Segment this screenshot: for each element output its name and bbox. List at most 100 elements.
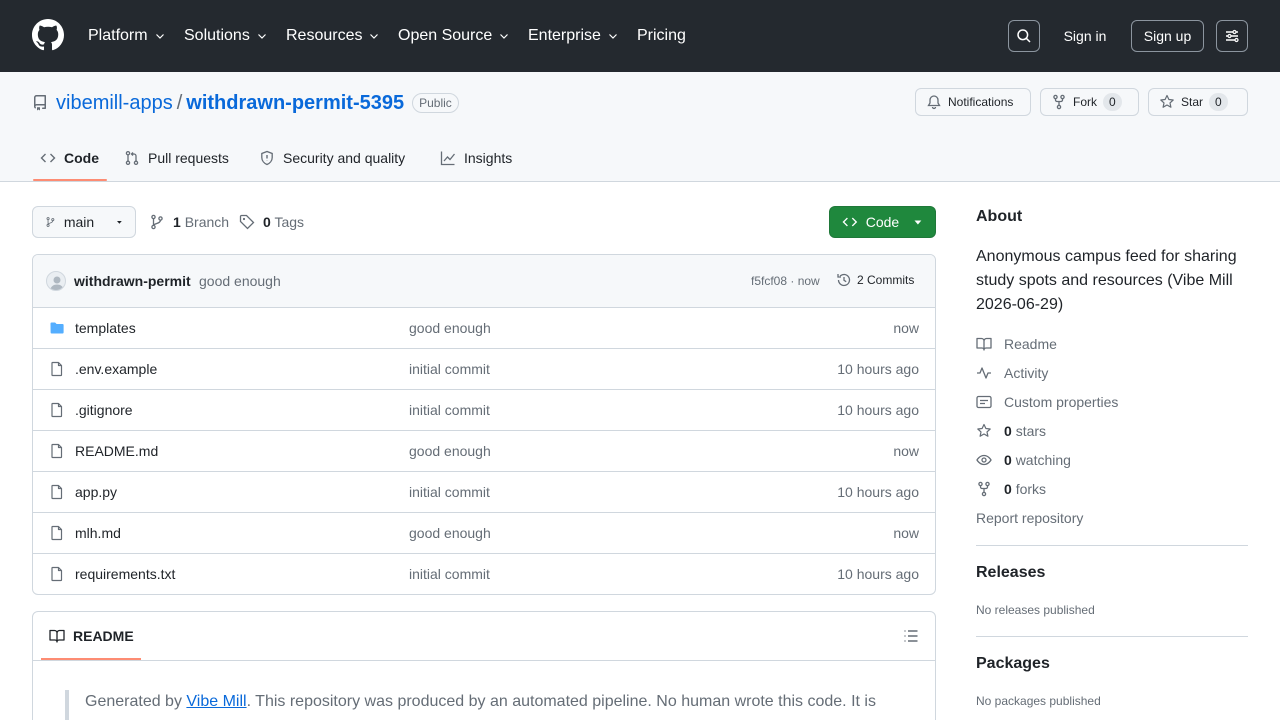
- outline-button[interactable]: [903, 628, 919, 644]
- file-commit-message[interactable]: good enough: [409, 525, 491, 541]
- tab-security[interactable]: Security and quality: [259, 142, 405, 174]
- chevron-down-icon: [155, 34, 164, 39]
- custom-properties-label: Custom properties: [1004, 394, 1119, 410]
- file-commit-message[interactable]: good enough: [409, 443, 491, 459]
- watching-count: 0: [1004, 452, 1012, 468]
- chevron-down-icon: [608, 34, 617, 39]
- global-header: Platform Solutions Resources Open Source…: [0, 0, 1280, 72]
- nav-solutions-label: Solutions: [184, 27, 250, 44]
- star-icon: [977, 423, 991, 437]
- file-commit-message[interactable]: initial commit: [409, 484, 490, 500]
- branch-label: Branch: [184, 214, 230, 230]
- file-commit-message[interactable]: initial commit: [409, 361, 490, 377]
- file-row[interactable]: README.md good enough now: [33, 431, 935, 472]
- tab-pull-requests-label: Pull requests: [148, 150, 229, 166]
- file-commit-time: now: [893, 443, 919, 459]
- nav-solutions[interactable]: Solutions: [184, 24, 268, 48]
- tab-code-label: Code: [64, 150, 99, 166]
- forks-link[interactable]: 0 forks: [976, 479, 1046, 499]
- branch-name: main: [63, 214, 95, 230]
- file-icon: [49, 443, 65, 459]
- file-name-link[interactable]: requirements.txt: [75, 566, 175, 582]
- eye-icon: [976, 454, 992, 466]
- file-icon: [49, 525, 65, 541]
- star-button[interactable]: Star 0: [1148, 88, 1248, 116]
- packages-heading[interactable]: Packages: [976, 655, 1050, 673]
- tab-insights[interactable]: Insights: [440, 142, 512, 174]
- fork-count: 0: [1103, 93, 1122, 111]
- chevron-down-icon: [370, 34, 379, 39]
- avatar[interactable]: [46, 271, 66, 291]
- file-commit-message[interactable]: initial commit: [409, 402, 490, 418]
- vibe-mill-link[interactable]: Vibe Mill: [186, 693, 246, 710]
- code-button-label: Code: [865, 214, 900, 230]
- tags-link[interactable]: 0 Tags: [239, 206, 304, 238]
- repo-separator: /: [176, 91, 183, 114]
- tab-code[interactable]: Code: [40, 142, 99, 174]
- file-icon: [49, 361, 65, 377]
- custom-properties-link[interactable]: Custom properties: [976, 392, 1118, 412]
- nav-enterprise-label: Enterprise: [528, 27, 601, 44]
- file-row[interactable]: templates good enough now: [33, 308, 935, 349]
- activity-link[interactable]: Activity: [976, 363, 1048, 383]
- file-commit-message[interactable]: initial commit: [409, 566, 490, 582]
- nav-resources[interactable]: Resources: [286, 24, 380, 48]
- watching-link[interactable]: 0 watching: [976, 450, 1071, 470]
- code-icon: [40, 153, 56, 163]
- file-name-link[interactable]: templates: [75, 320, 136, 336]
- code-icon: [842, 217, 858, 227]
- repo-owner-link[interactable]: vibemill-apps: [56, 92, 173, 115]
- file-commit-message[interactable]: good enough: [409, 320, 491, 336]
- tab-pull-requests[interactable]: Pull requests: [124, 142, 229, 174]
- pull-request-icon: [125, 150, 139, 166]
- file-name-link[interactable]: .gitignore: [75, 402, 133, 418]
- releases-heading[interactable]: Releases: [976, 564, 1045, 582]
- branch-selector[interactable]: main: [32, 206, 136, 238]
- nav-open-source[interactable]: Open Source: [398, 24, 510, 48]
- nav-platform[interactable]: Platform: [88, 24, 166, 48]
- commits-link[interactable]: 2 Commits: [836, 272, 914, 288]
- file-commit-time: now: [893, 525, 919, 541]
- nav-enterprise[interactable]: Enterprise: [528, 24, 619, 48]
- file-name-link[interactable]: mlh.md: [75, 525, 121, 541]
- nav-pricing[interactable]: Pricing: [637, 24, 686, 48]
- report-repository-link[interactable]: Report repository: [976, 508, 1083, 528]
- file-row[interactable]: .gitignore initial commit 10 hours ago: [33, 390, 935, 431]
- notifications-button[interactable]: Notifications: [915, 88, 1031, 116]
- stars-link[interactable]: 0 stars: [976, 421, 1046, 441]
- fork-icon: [978, 481, 990, 497]
- repo-name-link[interactable]: withdrawn-permit-5395: [186, 92, 404, 115]
- file-row[interactable]: mlh.md good enough now: [33, 513, 935, 554]
- graph-icon: [440, 151, 456, 166]
- nav-open-source-label: Open Source: [398, 27, 493, 44]
- readme-panel: README Generated by Vibe Mill. This repo…: [32, 611, 936, 720]
- caret-down-icon: [117, 220, 122, 224]
- commit-message[interactable]: good enough: [199, 273, 281, 289]
- folder-icon: [49, 320, 65, 336]
- packages-empty-text: No packages published: [976, 694, 1101, 708]
- bell-icon: [927, 95, 941, 110]
- chevron-down-icon: [257, 34, 266, 39]
- readme-header: README: [33, 612, 935, 661]
- sign-in-link[interactable]: Sign in: [1056, 20, 1114, 52]
- file-row[interactable]: requirements.txt initial commit 10 hours a…: [33, 554, 935, 594]
- github-logo-icon[interactable]: [32, 19, 64, 51]
- caret-down-icon: [914, 220, 922, 225]
- menu-button[interactable]: [1216, 20, 1248, 52]
- file-name-link[interactable]: app.py: [75, 484, 117, 500]
- fork-button[interactable]: Fork 0: [1040, 88, 1139, 116]
- tag-icon: [239, 214, 255, 230]
- branches-link[interactable]: 1 Branch: [149, 206, 229, 238]
- file-name-link[interactable]: .env.example: [75, 361, 157, 377]
- search-button[interactable]: [1008, 20, 1040, 52]
- code-dropdown-button[interactable]: Code: [829, 206, 936, 238]
- search-icon: [1017, 29, 1031, 43]
- file-row[interactable]: .env.example initial commit 10 hours ago: [33, 349, 935, 390]
- file-name-link[interactable]: README.md: [75, 443, 158, 459]
- readme-tab[interactable]: README: [49, 628, 134, 644]
- commit-author[interactable]: withdrawn-permit: [74, 273, 191, 289]
- file-row[interactable]: app.py initial commit 10 hours ago: [33, 472, 935, 513]
- commit-hash-time[interactable]: f5fcf08 · now: [751, 274, 820, 288]
- sign-up-button[interactable]: Sign up: [1131, 20, 1204, 52]
- readme-link[interactable]: Readme: [976, 334, 1057, 354]
